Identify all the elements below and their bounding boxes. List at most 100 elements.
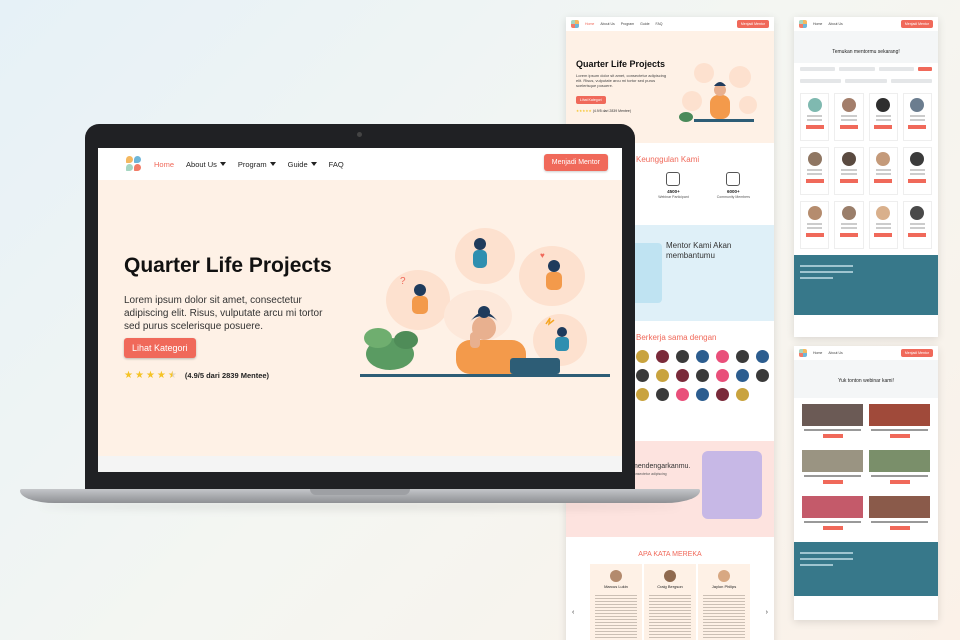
- webinar-card[interactable]: [802, 450, 863, 490]
- mini-nav-home[interactable]: Home: [585, 22, 594, 26]
- webinar-card[interactable]: [869, 404, 930, 444]
- testimonial-card: Craig Bergson: [644, 564, 696, 640]
- mini-mentor-list: [666, 264, 764, 294]
- webinar-icon: [666, 172, 681, 186]
- nav-program[interactable]: Program: [238, 160, 276, 169]
- mini-navbar: Home About Us Menjadi Mentor: [794, 17, 938, 31]
- testimonial-card: Marcus Lukin: [590, 564, 642, 640]
- mini-hero-body: Lorem ipsum dolor sit amet, consectetur …: [576, 73, 667, 88]
- mentor-card[interactable]: [868, 201, 898, 249]
- partner-logo: [636, 350, 649, 363]
- avatar: [664, 570, 676, 582]
- mini-nav-faq[interactable]: FAQ: [656, 22, 663, 26]
- mentor-card[interactable]: [800, 147, 830, 195]
- mini-mentor-button[interactable]: Menjadi Mentor: [736, 20, 769, 28]
- mini-mentor-button[interactable]: Menjadi Mentor: [900, 20, 933, 28]
- mini-nav-about[interactable]: About Us: [828, 351, 842, 355]
- webinar-footer: [794, 542, 938, 596]
- testimonial-cards: Marcus Lukin Craig Bergson Jaylon Philip…: [576, 564, 764, 640]
- hero-illustration: ? ♥: [360, 228, 610, 377]
- nav-about-us[interactable]: About Us: [186, 160, 226, 169]
- caret-down-icon: [219, 162, 226, 166]
- mini-nav-about[interactable]: About Us: [600, 22, 614, 26]
- partner-logo: [756, 350, 769, 363]
- svg-text:?: ?: [400, 276, 406, 287]
- partner-logo: [676, 369, 689, 382]
- rating-text: (4.9/5 dari 2839 Mentee): [184, 371, 270, 380]
- partner-logo: [656, 388, 669, 401]
- hero-description: Lorem ipsum dolor sit amet, consectetur …: [124, 295, 323, 332]
- webinar-card[interactable]: [869, 450, 930, 490]
- partner-logo: [756, 369, 769, 382]
- mentor-card[interactable]: [902, 147, 932, 195]
- star-icon: ★: [134, 370, 144, 381]
- mentor-card[interactable]: [800, 93, 830, 141]
- webinar-card[interactable]: [802, 404, 863, 444]
- mentor-card[interactable]: [902, 93, 932, 141]
- mentor-card[interactable]: [902, 201, 932, 249]
- view-category-button[interactable]: Lihat Kategori: [124, 338, 196, 358]
- logo-icon: [571, 20, 579, 28]
- mentors-title: Temukan mentormu sekarang!: [832, 49, 900, 55]
- mini-mentor-button[interactable]: Menjadi Mentor: [900, 349, 933, 357]
- navbar: Home About Us Program Guide FAQ Menjadi …: [98, 148, 622, 180]
- become-mentor-button[interactable]: Menjadi Mentor: [543, 154, 608, 171]
- mini-nav-home[interactable]: Home: [813, 351, 822, 355]
- webinar-grid: [794, 398, 938, 542]
- mini-nav-program[interactable]: Program: [621, 22, 634, 26]
- mini-nav-home[interactable]: Home: [813, 22, 822, 26]
- mentor-card[interactable]: [800, 201, 830, 249]
- partner-logo: [716, 388, 729, 401]
- star-icon: ★: [124, 370, 133, 381]
- mentors-page-preview: Home About Us Menjadi Mentor Temukan men…: [794, 17, 938, 337]
- mini-mentor-title: Mentor Kami Akan membantumu: [666, 241, 732, 260]
- mentor-filter-row[interactable]: [794, 63, 938, 75]
- partner-logo: [716, 350, 729, 363]
- webinar-hero: Yuk tonton webinar kami!: [794, 360, 938, 398]
- camera-icon: [357, 132, 362, 137]
- partner-logo: [676, 388, 689, 401]
- mentor-card[interactable]: [834, 147, 864, 195]
- webinar-title: Yuk tonton webinar kami!: [838, 378, 894, 384]
- testimonial-card: Jaylon Philips: [698, 564, 750, 640]
- star-icon: ★: [156, 370, 166, 381]
- community-icon: [726, 172, 741, 186]
- screen-bottom-strip: [98, 456, 622, 472]
- mentor-filter-row[interactable]: [794, 75, 938, 87]
- laptop-screen: Home About Us Program Guide FAQ Menjadi …: [98, 148, 622, 472]
- mentor-card[interactable]: [868, 93, 898, 141]
- partner-logo: [656, 350, 669, 363]
- listen-illustration: [702, 451, 762, 519]
- laptop-frame: Home About Us Program Guide FAQ Menjadi …: [85, 124, 635, 492]
- mini-navbar: Home About Us Program Guide FAQ Menjadi …: [566, 17, 774, 31]
- nav-home[interactable]: Home: [154, 160, 174, 169]
- nav-faq[interactable]: FAQ: [329, 160, 344, 169]
- half-star-icon: ★: [167, 370, 177, 381]
- webinar-card[interactable]: [802, 496, 863, 536]
- mentor-card[interactable]: [868, 147, 898, 195]
- logo-icon: [799, 349, 807, 357]
- mentor-grid: [794, 87, 938, 255]
- stat-item: 4500+ Webinar Participant: [658, 172, 689, 199]
- carousel-next-icon[interactable]: ›: [766, 609, 768, 616]
- logo-icon: [799, 20, 807, 28]
- partner-logo: [736, 350, 749, 363]
- partner-logo: [736, 369, 749, 382]
- caret-down-icon: [269, 162, 276, 166]
- webinar-card[interactable]: [869, 496, 930, 536]
- logo-icon[interactable]: [126, 156, 142, 172]
- partner-logo: [696, 350, 709, 363]
- carousel-prev-icon[interactable]: ‹: [572, 609, 574, 616]
- partner-logo: [716, 369, 729, 382]
- avatar: [610, 570, 622, 582]
- partner-logo: [636, 388, 649, 401]
- avatar: [718, 570, 730, 582]
- mini-navbar: Home About Us Menjadi Mentor: [794, 346, 938, 360]
- mini-hero-cta[interactable]: Lihat Kategori: [576, 96, 606, 104]
- rating: ★ ★ ★ ★ ★ (4.9/5 dari 2839 Mentee): [124, 370, 269, 381]
- mentor-card[interactable]: [834, 93, 864, 141]
- mini-nav-about[interactable]: About Us: [828, 22, 842, 26]
- nav-guide[interactable]: Guide: [288, 160, 317, 169]
- mentor-card[interactable]: [834, 201, 864, 249]
- mini-nav-guide[interactable]: Guide: [640, 22, 649, 26]
